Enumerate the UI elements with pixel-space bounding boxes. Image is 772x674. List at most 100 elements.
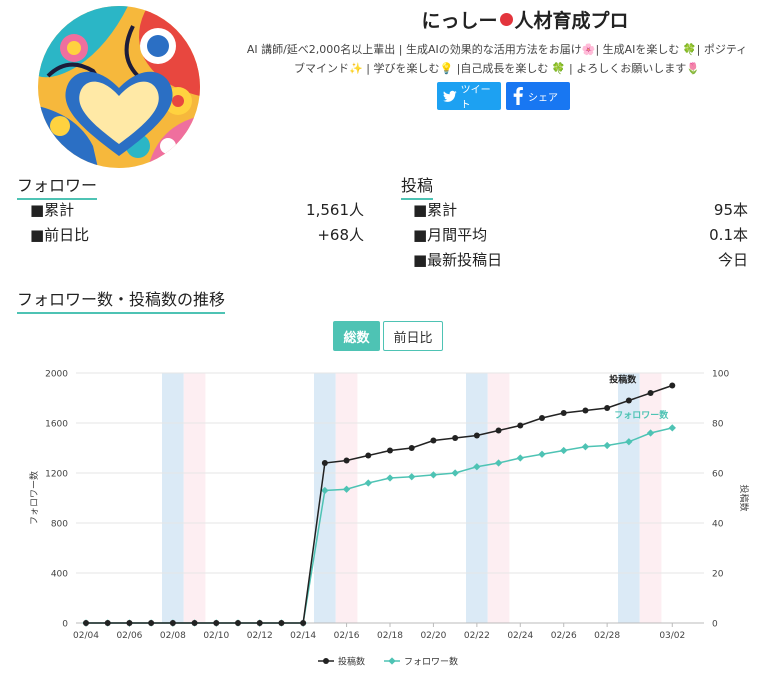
followers-series-end-label: フォロワー数 (614, 409, 669, 421)
x-tick-label: 02/20 (420, 631, 446, 641)
y-left-tick-label: 400 (51, 570, 68, 580)
followers-diff-label: ■前日比 (30, 226, 90, 244)
posts-series-point (669, 382, 676, 389)
tweet-button[interactable]: ツイート (437, 82, 501, 111)
y-left-tick-label: 0 (62, 620, 68, 630)
posts-series-point (430, 437, 437, 444)
y-left-tick-label: 1200 (45, 470, 68, 480)
posts-series-point (148, 620, 155, 626)
posts-series-point (235, 620, 241, 626)
posts-latest-row: ■最新投稿日 今日 (413, 249, 748, 270)
posts-series-point (473, 432, 480, 439)
posts-monthly-label: ■月間平均 (413, 226, 488, 244)
followers-series-point (581, 443, 590, 451)
posts-series-point (278, 620, 285, 626)
followers-series-point (516, 454, 524, 462)
x-tick-label: 02/22 (464, 631, 490, 641)
y-left-tick-label: 2000 (45, 370, 68, 380)
legend-followers-label: フォロワー数 (404, 656, 458, 668)
toggle-daily-button[interactable]: 前日比 (383, 321, 443, 351)
posts-series-point (539, 415, 545, 421)
tweet-button-label: ツイート (460, 85, 491, 111)
posts-series-point (408, 445, 415, 451)
posts-series-point (387, 447, 393, 454)
posts-series-point (647, 390, 654, 396)
x-tick-label: 02/06 (116, 631, 142, 641)
posts-series-point (169, 620, 176, 626)
posts-series-point (321, 460, 328, 466)
y-right-tick-label: 60 (712, 470, 724, 480)
followers-total-label: ■累計 (30, 201, 75, 219)
followers-series-point (364, 479, 372, 487)
followers-series-point (603, 441, 611, 450)
followers-series-point (668, 424, 676, 432)
posts-series-point (83, 620, 89, 626)
posts-latest-label: ■最新投稿日 (413, 251, 503, 269)
saturday-band (314, 373, 336, 623)
posts-series-point (104, 620, 111, 626)
y-right-tick-label: 100 (712, 370, 729, 380)
twitter-bird-icon (443, 90, 457, 102)
posts-series-point (343, 457, 350, 464)
followers-series-point (538, 450, 546, 458)
posts-total-row: ■累計 95本 (413, 199, 748, 220)
y-right-tick-label: 0 (712, 620, 718, 630)
posts-series-point (126, 620, 133, 626)
posts-series-point (495, 427, 502, 434)
posts-section-title: 投稿 (401, 172, 434, 200)
posts-series-point (191, 620, 198, 626)
sunday-band (487, 373, 510, 623)
x-tick-label: 02/10 (203, 631, 229, 641)
saturday-band (162, 373, 184, 623)
profile-name-part2: 人材育成プロ (514, 10, 629, 32)
y-right-tick-label: 20 (712, 570, 724, 580)
profile-name-part1: にっしー (421, 10, 498, 32)
followers-diff-value: +68人 (317, 226, 364, 244)
x-tick-label: 02/28 (594, 631, 620, 641)
posts-total-value: 95本 (713, 201, 748, 219)
followers-series-point (451, 469, 459, 477)
profile-bio-line2: ブマインド✨ | 学びを楽しむ💡 |自己成長を楽しむ 🍀 | よろしくお願いしま… (294, 62, 700, 75)
profile-bio: AI 講師/延べ2,000名以上輩出 | 生成AIの効果的な活用方法をお届け🌸|… (232, 40, 762, 78)
legend-posts-marker (323, 658, 329, 664)
posts-series-point (452, 435, 459, 441)
posts-monthly-value: 0.1本 (709, 226, 748, 244)
follower-post-trend-chart: 0 400 800 1200 1600 2000 0 20 40 60 80 100 02/04 02/0… (28, 370, 750, 668)
x-tick-label: 02/16 (334, 631, 360, 641)
posts-series-point (256, 620, 263, 626)
y-left-axis-title: フォロワー数 (28, 471, 40, 525)
y-left-tick-label: 800 (51, 520, 68, 530)
x-tick-label: 02/04 (73, 631, 99, 641)
followers-series-point (560, 446, 568, 455)
x-tick-label: 02/08 (160, 631, 186, 641)
y-right-tick-label: 80 (712, 420, 724, 430)
y-left-tick-label: 1600 (45, 420, 68, 430)
profile-avatar (38, 6, 200, 168)
legend-followers-marker (388, 657, 396, 665)
saturday-band (466, 373, 488, 623)
followers-series-point (429, 471, 438, 479)
sunday-band (183, 373, 206, 623)
posts-total-label: ■累計 (413, 201, 458, 219)
posts-series-point (625, 397, 632, 404)
toggle-total-button[interactable]: 総数 (333, 321, 380, 351)
facebook-share-label: シェア (528, 92, 558, 104)
trend-section-title: フォロワー数・投稿数の推移 (17, 286, 226, 314)
posts-series-point (213, 620, 220, 626)
posts-series-point (517, 422, 524, 429)
posts-series-point (300, 620, 307, 626)
posts-series-end-label: 投稿数 (609, 374, 637, 386)
posts-series-point (560, 410, 567, 416)
x-tick-label: 02/12 (247, 631, 273, 641)
x-tick-label: 02/18 (377, 631, 403, 641)
x-tick-label: 02/26 (551, 631, 577, 641)
profile-bio-line1: AI 講師/延べ2,000名以上輩出 | 生成AIの効果的な活用方法をお届け🌸|… (246, 43, 748, 56)
y-right-tick-label: 40 (712, 520, 724, 530)
followers-section-title: フォロワー (17, 172, 98, 200)
facebook-share-button[interactable]: シェア (506, 82, 570, 110)
share-buttons: ツイート シェア (437, 82, 570, 111)
facebook-icon (513, 87, 523, 105)
sunday-band (335, 373, 358, 623)
y-right-axis-title: 投稿数 (738, 484, 750, 511)
followers-series-point (386, 474, 394, 482)
